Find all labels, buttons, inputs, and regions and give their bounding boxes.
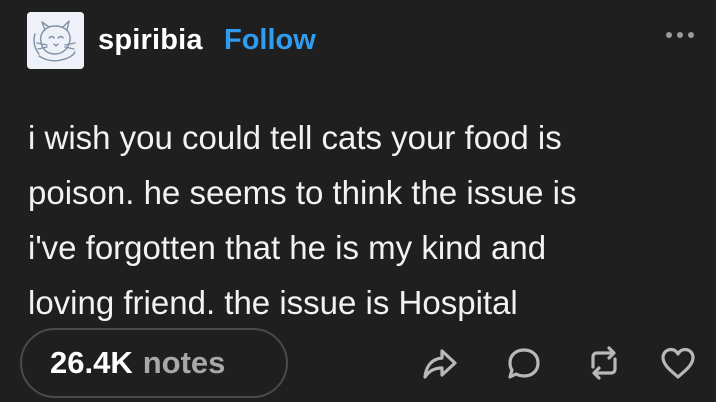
cat-sketch-avatar-icon bbox=[27, 12, 84, 69]
avatar[interactable] bbox=[27, 12, 84, 69]
post-line: poison. he seems to think the issue is bbox=[28, 174, 577, 211]
reblog-icon[interactable] bbox=[584, 343, 624, 383]
dot bbox=[688, 32, 694, 38]
post-body: i wish you could tell cats your food is … bbox=[28, 110, 688, 330]
notes-count: 26.4K bbox=[50, 345, 133, 380]
post-line: i wish you could tell cats your food is bbox=[28, 119, 562, 156]
post-actions bbox=[420, 343, 700, 383]
follow-button[interactable]: Follow bbox=[224, 22, 316, 58]
notes-label: notes bbox=[142, 345, 226, 380]
like-icon[interactable] bbox=[658, 343, 698, 383]
post-line: loving friend. the issue is Hospital bbox=[28, 284, 518, 321]
more-options-icon[interactable] bbox=[666, 30, 694, 40]
dot bbox=[666, 32, 672, 38]
reply-icon[interactable] bbox=[504, 343, 544, 383]
username[interactable]: spiribia bbox=[98, 22, 203, 58]
share-icon[interactable] bbox=[420, 343, 460, 383]
post: spiribia Follow i wish you could tell ca… bbox=[0, 0, 716, 402]
notes-button[interactable]: 26.4K notes bbox=[20, 328, 288, 398]
dot bbox=[677, 32, 683, 38]
post-line: i've forgotten that he is my kind and bbox=[28, 229, 547, 266]
